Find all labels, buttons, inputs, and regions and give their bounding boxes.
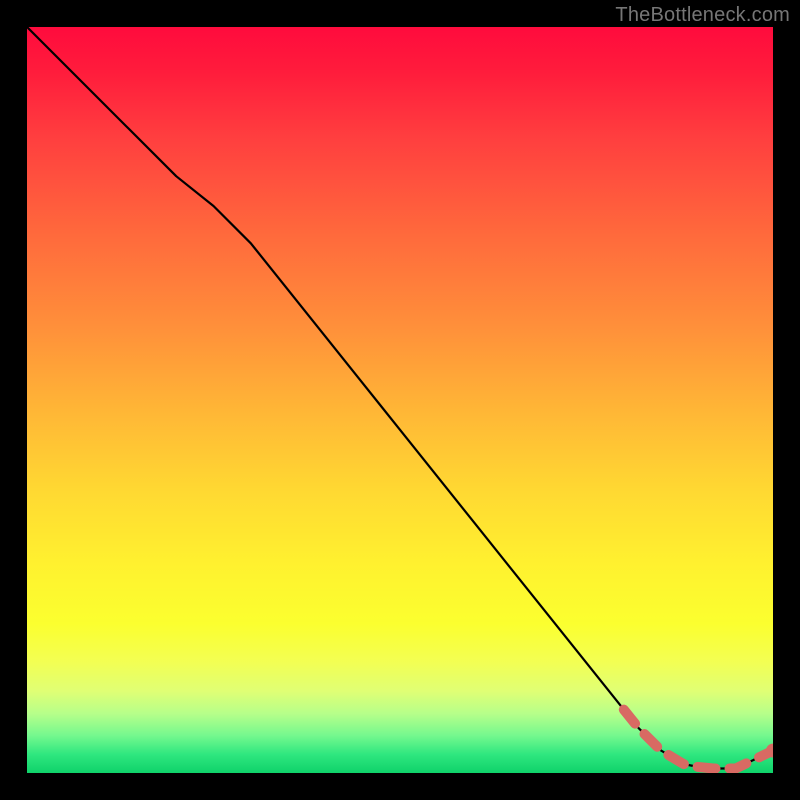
watermark-label: TheBottleneck.com: [615, 4, 790, 27]
plot-area: [27, 27, 773, 773]
chart-stage: TheBottleneck.com: [0, 0, 800, 800]
highlighted-range-line: [624, 710, 773, 769]
chart-svg: [27, 27, 773, 773]
bottleneck-curve: [27, 27, 773, 769]
